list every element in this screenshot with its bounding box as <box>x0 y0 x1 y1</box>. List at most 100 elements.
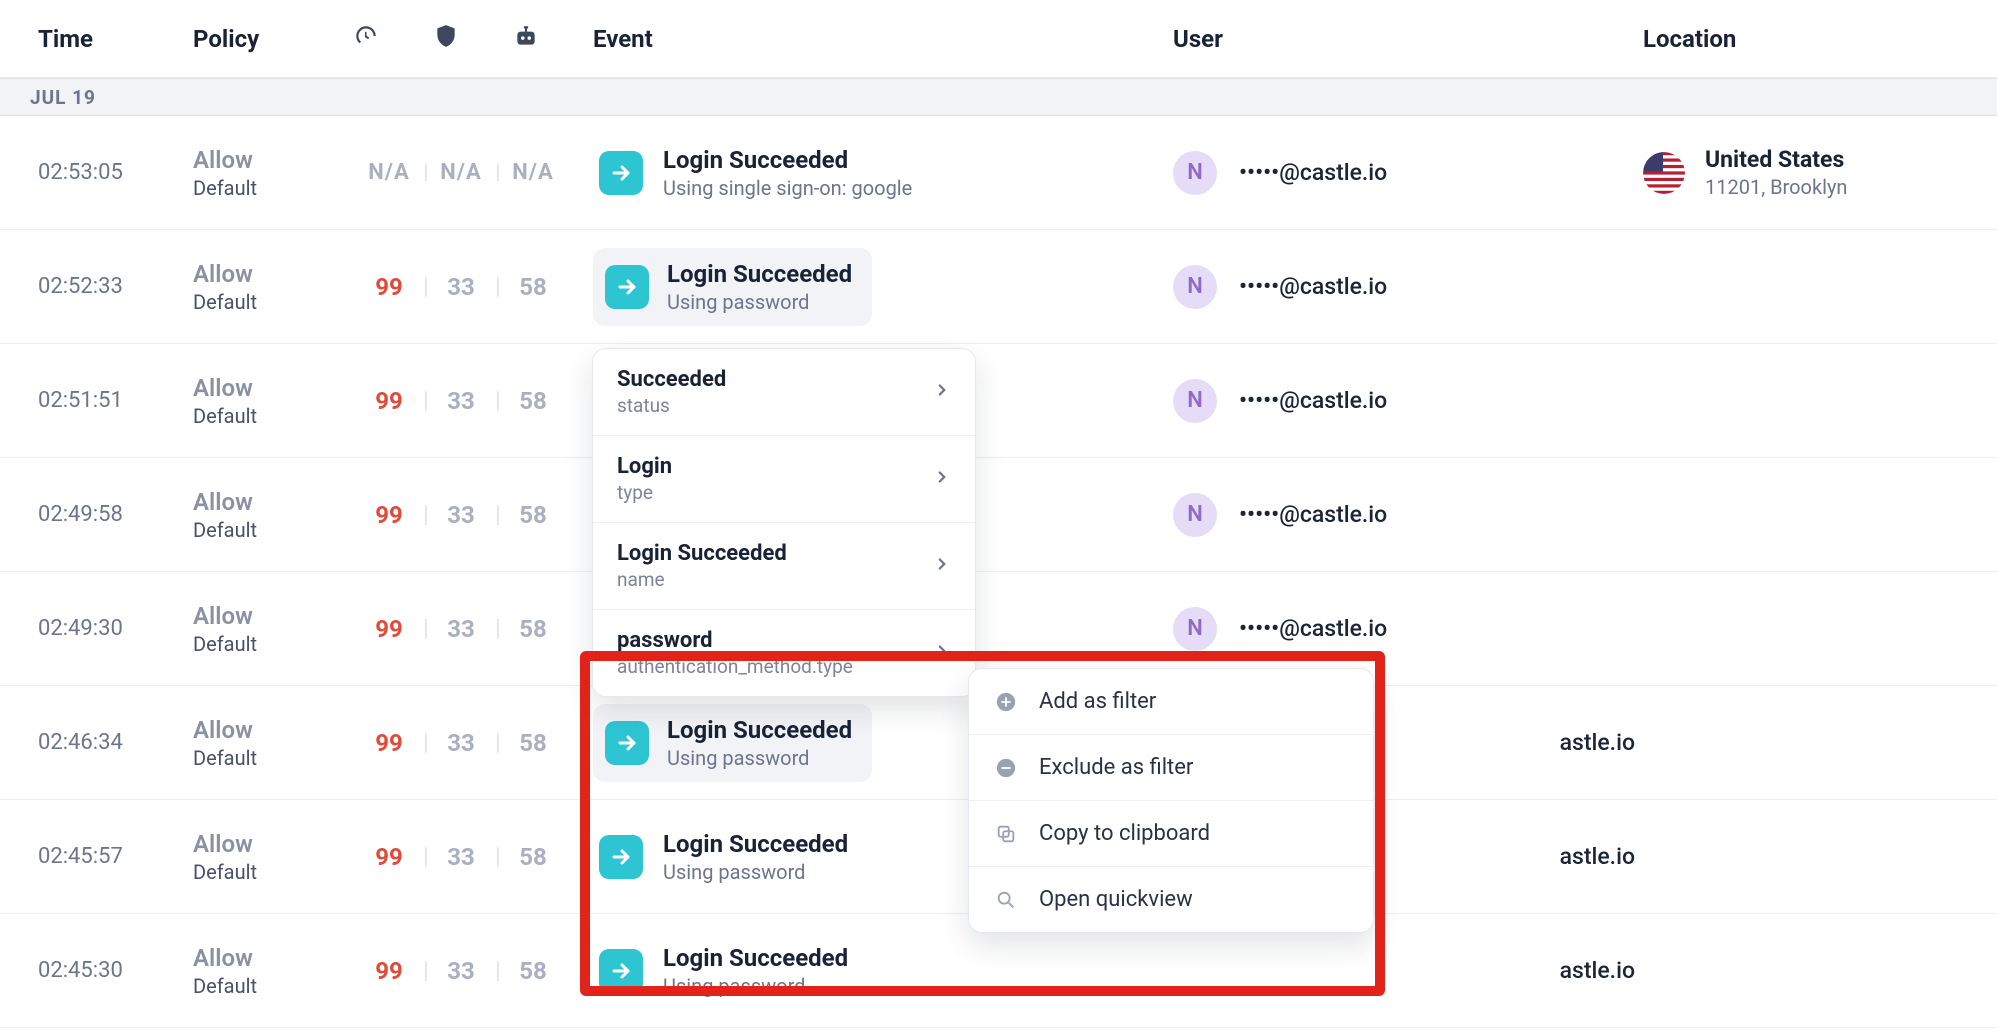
header-policy[interactable]: Policy <box>193 25 353 53</box>
open-quickview-item[interactable]: Open quickview <box>969 867 1373 932</box>
score-bot: 58 <box>497 729 569 757</box>
copy-to-clipboard-item[interactable]: Copy to clipboard <box>969 801 1373 867</box>
arrow-right-icon <box>605 265 649 309</box>
filter-option-value: Login Succeeded <box>617 541 787 566</box>
event-pill[interactable]: Login Succeeded Using password <box>593 704 872 782</box>
arrow-right-icon <box>605 721 649 765</box>
chevron-right-icon <box>933 380 951 404</box>
header-score-gauge[interactable] <box>353 23 433 55</box>
table-row[interactable]: 02:51:51 Allow Default 99 33 58 Login Su… <box>0 344 1997 458</box>
policy-action: Allow <box>193 488 353 516</box>
score-risk: 99 <box>353 273 425 301</box>
arrow-right-icon <box>599 835 643 879</box>
score-shield: 33 <box>425 615 497 643</box>
user-email: astle.io <box>1560 957 1635 984</box>
event-title: Login Succeeded <box>663 830 848 858</box>
score-shield: N/A <box>425 160 497 185</box>
add-as-filter-item[interactable]: Add as filter <box>969 669 1373 735</box>
header-location[interactable]: Location <box>1643 25 1997 53</box>
filter-option[interactable]: password authentication_method.type <box>593 610 975 696</box>
user-email: •••••@castle.io <box>1239 387 1387 414</box>
policy-cell: Allow Default <box>193 944 353 998</box>
event-title: Login Succeeded <box>663 146 912 174</box>
event-pill[interactable]: Login Succeeded Using single sign-on: go… <box>593 146 912 200</box>
policy-action: Allow <box>193 374 353 402</box>
time-cell: 02:53:05 <box>38 160 193 185</box>
filter-option-key: name <box>617 568 787 591</box>
score-risk: N/A <box>353 160 425 185</box>
header-score-bot[interactable] <box>513 23 593 55</box>
score-risk: 99 <box>353 729 425 757</box>
location-country: United States <box>1705 146 1847 173</box>
header-score-shield[interactable] <box>433 23 513 55</box>
score-bot: 58 <box>497 957 569 985</box>
filter-option[interactable]: Succeeded status <box>593 349 975 436</box>
table-row[interactable]: 02:49:58 Allow Default 99 33 58 Login Su… <box>0 458 1997 572</box>
event-filter-dropdown[interactable]: Succeeded status Login type Login Succee… <box>592 348 976 697</box>
event-subtitle: Using password <box>667 746 852 770</box>
user-cell[interactable]: N •••••@castle.io <box>1173 493 1643 537</box>
exclude-as-filter-item[interactable]: Exclude as filter <box>969 735 1373 801</box>
score-shield: 33 <box>425 501 497 529</box>
score-bot: 58 <box>497 615 569 643</box>
avatar: N <box>1173 493 1217 537</box>
filter-action-submenu[interactable]: Add as filter Exclude as filter Copy to … <box>968 668 1374 933</box>
user-cell[interactable]: N •••••@castle.io <box>1173 379 1643 423</box>
user-cell[interactable]: N •••••@castle.io <box>1173 265 1643 309</box>
user-email: •••••@castle.io <box>1239 615 1387 642</box>
score-group: 99 33 58 <box>353 729 593 757</box>
copy-to-clipboard-label: Copy to clipboard <box>1039 821 1210 846</box>
event-subtitle: Using single sign-on: google <box>663 176 912 200</box>
score-risk: 99 <box>353 843 425 871</box>
table-row[interactable]: 02:52:33 Allow Default 99 33 58 Login Su… <box>0 230 1997 344</box>
user-email: •••••@castle.io <box>1239 501 1387 528</box>
avatar: N <box>1173 265 1217 309</box>
user-cell[interactable]: N •••••@castle.io <box>1173 607 1643 651</box>
score-shield: 33 <box>425 729 497 757</box>
arrow-right-icon <box>599 949 643 993</box>
policy-action: Allow <box>193 944 353 972</box>
filter-option-key: type <box>617 481 672 504</box>
location-city: 11201, Brooklyn <box>1705 175 1847 199</box>
policy-action: Allow <box>193 716 353 744</box>
policy-name: Default <box>193 974 353 998</box>
table-header: Time Policy Event User Location <box>0 0 1997 78</box>
plus-circle-icon <box>995 691 1017 713</box>
event-pill[interactable]: Login Succeeded Using password <box>593 944 848 998</box>
event-title: Login Succeeded <box>667 260 852 288</box>
header-user[interactable]: User <box>1173 25 1643 53</box>
filter-option-key: authentication_method.type <box>617 655 853 678</box>
date-group-label: JUL 19 <box>0 78 1997 116</box>
user-cell[interactable]: N •••••@castle.io <box>1173 151 1643 195</box>
time-cell: 02:45:30 <box>38 958 193 983</box>
policy-action: Allow <box>193 146 353 174</box>
time-cell: 02:49:58 <box>38 502 193 527</box>
score-shield: 33 <box>425 957 497 985</box>
policy-cell: Allow Default <box>193 602 353 656</box>
score-group: 99 33 58 <box>353 957 593 985</box>
user-email: •••••@castle.io <box>1239 273 1387 300</box>
shield-icon <box>433 23 459 49</box>
score-shield: 33 <box>425 387 497 415</box>
score-group: 99 33 58 <box>353 273 593 301</box>
score-group: 99 33 58 <box>353 615 593 643</box>
event-pill[interactable]: Login Succeeded Using password <box>593 830 848 884</box>
score-bot: 58 <box>497 843 569 871</box>
bot-icon <box>513 23 539 49</box>
score-group: N/A N/A N/A <box>353 160 593 185</box>
filter-option[interactable]: Login Succeeded name <box>593 523 975 610</box>
avatar: N <box>1173 151 1217 195</box>
header-time[interactable]: Time <box>38 25 193 53</box>
policy-name: Default <box>193 632 353 656</box>
score-bot: N/A <box>497 160 569 185</box>
filter-option[interactable]: Login type <box>593 436 975 523</box>
policy-name: Default <box>193 404 353 428</box>
header-event[interactable]: Event <box>593 25 1173 53</box>
policy-action: Allow <box>193 602 353 630</box>
event-pill[interactable]: Login Succeeded Using password <box>593 248 872 326</box>
score-risk: 99 <box>353 387 425 415</box>
table-row[interactable]: 02:53:05 Allow Default N/A N/A N/A Login… <box>0 116 1997 230</box>
user-cell[interactable]: astle.io <box>1173 957 1643 984</box>
location-cell[interactable]: United States 11201, Brooklyn <box>1643 146 1997 199</box>
event-title: Login Succeeded <box>667 716 852 744</box>
